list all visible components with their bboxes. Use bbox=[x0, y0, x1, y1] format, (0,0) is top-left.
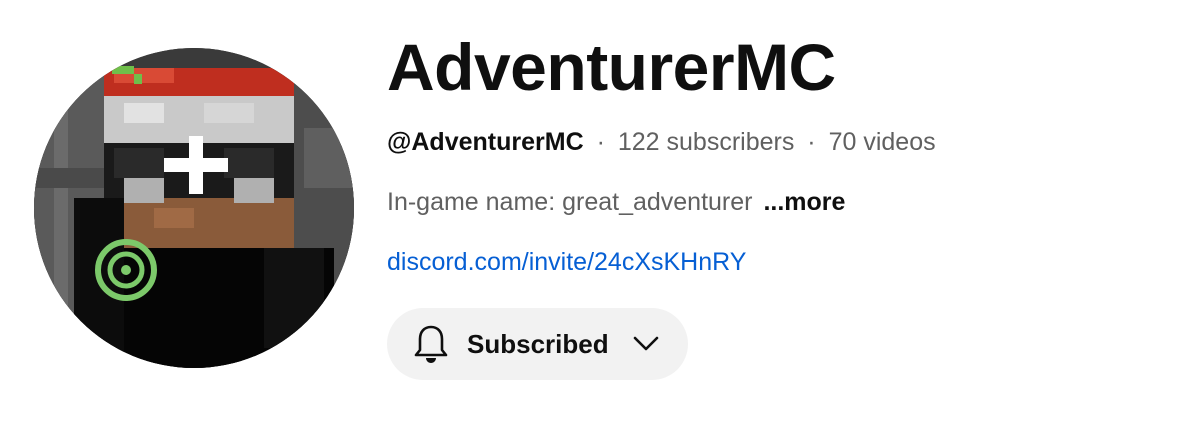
avatar-image bbox=[34, 48, 354, 368]
bell-icon bbox=[414, 325, 448, 363]
meta-separator: · bbox=[807, 128, 816, 156]
video-count: 70 videos bbox=[828, 128, 936, 156]
channel-info: AdventurerMC @AdventurerMC · 122 subscri… bbox=[387, 24, 1147, 280]
subscribed-button[interactable]: Subscribed bbox=[387, 308, 688, 380]
channel-title: AdventurerMC bbox=[387, 30, 836, 104]
channel-meta: @AdventurerMC · 122 subscribers · 70 vid… bbox=[387, 124, 1147, 160]
meta-separator: · bbox=[596, 128, 605, 156]
channel-handle: @AdventurerMC bbox=[387, 128, 584, 156]
channel-avatar[interactable] bbox=[34, 48, 354, 368]
subscriber-count: 122 subscribers bbox=[617, 128, 795, 156]
more-button[interactable]: ...more bbox=[763, 188, 845, 216]
description-text: In-game name: great_adventurer bbox=[387, 188, 753, 216]
chevron-down-icon bbox=[633, 336, 658, 351]
subscribed-label: Subscribed bbox=[467, 328, 609, 359]
channel-description[interactable]: In-game name: great_adventurer ...more bbox=[387, 184, 1147, 220]
channel-link[interactable]: discord.com/invite/24cXsKHnRY bbox=[387, 244, 1147, 280]
